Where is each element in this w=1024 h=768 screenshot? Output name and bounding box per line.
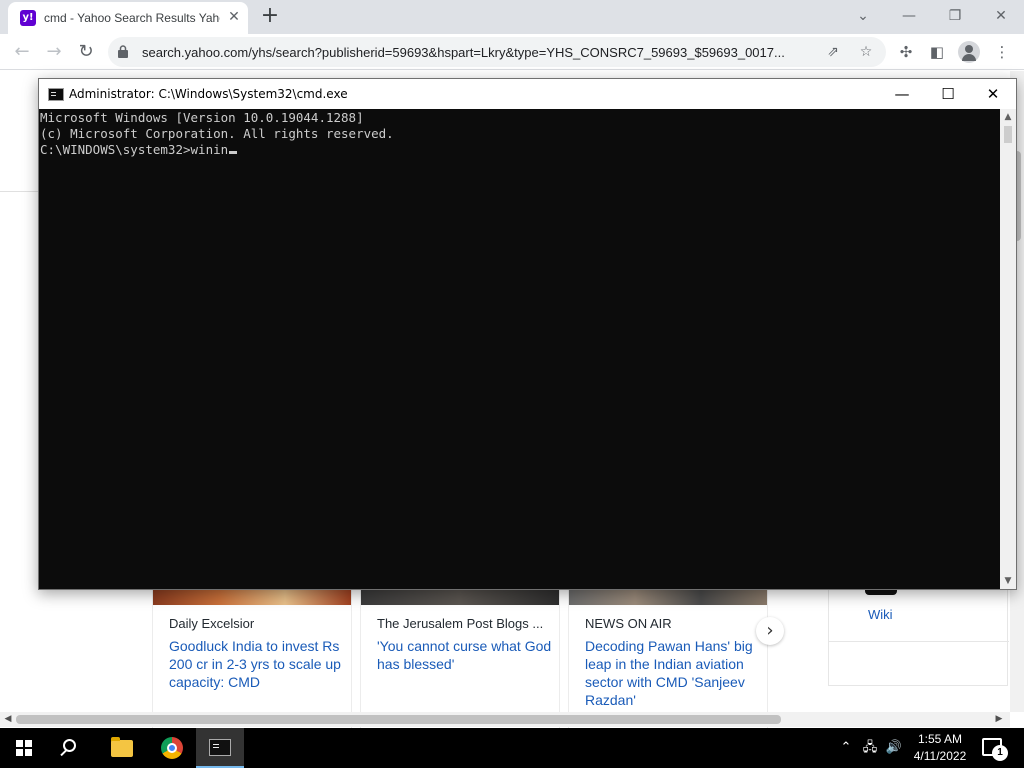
back-button[interactable]: ← [10, 40, 34, 64]
horizontal-scrollbar[interactable]: ◀ ▶ [0, 712, 1010, 727]
yahoo-favicon-icon: y! [20, 10, 36, 26]
network-icon[interactable]: 🖧 [860, 738, 880, 758]
profile-avatar[interactable] [958, 41, 980, 63]
news-thumbnail [569, 590, 767, 605]
side-panel-icon[interactable]: ◧ [927, 42, 947, 62]
lock-icon [118, 45, 128, 58]
clock-date[interactable]: 4/11/2022 [905, 749, 975, 763]
news-headline-link[interactable]: 'You cannot curse what God has blessed' [377, 637, 553, 673]
wiki-link[interactable]: Wiki [868, 607, 893, 622]
notification-count-badge: 1 [992, 745, 1008, 761]
scroll-right-icon[interactable]: ▶ [994, 714, 1004, 725]
browser-restore-button[interactable]: ❐ [943, 6, 967, 26]
url-text[interactable]: search.yahoo.com/yhs/search?publisherid=… [142, 45, 822, 60]
news-source: The Jerusalem Post Blogs ... [377, 616, 544, 631]
new-tab-button[interactable]: + [258, 5, 282, 29]
carousel-next-button[interactable]: › [756, 617, 784, 645]
scroll-down-icon[interactable]: ▼ [1000, 573, 1016, 589]
cmd-window[interactable]: Administrator: C:\Windows\System32\cmd.e… [38, 78, 1017, 590]
share-icon[interactable]: ⇗ [824, 43, 842, 61]
bookmark-star-icon[interactable]: ☆ [857, 43, 875, 61]
console-line: Microsoft Windows [Version 10.0.19044.12… [40, 110, 364, 125]
cmd-close-button[interactable]: ✕ [970, 79, 1016, 109]
clock-time[interactable]: 1:55 AM [910, 732, 970, 746]
console-line: (c) Microsoft Corporation. All rights re… [40, 126, 394, 141]
browser-close-button[interactable]: ✕ [989, 6, 1013, 26]
news-source: NEWS ON AIR [585, 616, 672, 631]
text-cursor [229, 151, 238, 154]
address-bar[interactable]: search.yahoo.com/yhs/search?publisherid=… [108, 37, 886, 67]
news-thumbnail [153, 590, 351, 605]
search-icon [63, 739, 76, 752]
volume-icon[interactable]: 🔊 [884, 738, 904, 758]
tab-search-icon[interactable]: ⌄ [851, 6, 875, 26]
taskbar-file-explorer[interactable] [98, 728, 146, 768]
browser-tab-strip: y! cmd - Yahoo Search Results Yahoo ✕ + … [0, 0, 1024, 34]
folder-icon [111, 737, 133, 757]
cmd-scrollbar-thumb[interactable] [1004, 126, 1012, 143]
scroll-up-icon[interactable]: ▲ [1000, 109, 1016, 125]
cmd-scrollbar[interactable]: ▲ ▼ [1000, 109, 1016, 589]
scroll-left-icon[interactable]: ◀ [3, 714, 13, 725]
windows-logo-icon [16, 740, 32, 756]
extensions-icon[interactable]: ✣ [896, 42, 916, 62]
taskbar-search-button[interactable] [48, 728, 96, 768]
tray-overflow-chevron-icon[interactable]: ⌃ [836, 738, 856, 758]
cmd-minimize-button[interactable]: — [879, 79, 925, 109]
tab-close-icon[interactable]: ✕ [226, 9, 242, 25]
news-source: Daily Excelsior [169, 616, 255, 631]
taskbar: ⌃ 🖧 🔊 1:55 AM 4/11/2022 1 [0, 728, 1024, 768]
news-headline-link[interactable]: Goodluck India to invest Rs 200 cr in 2-… [169, 637, 345, 691]
taskbar-chrome[interactable] [148, 728, 196, 768]
browser-tab[interactable]: y! cmd - Yahoo Search Results Yahoo ✕ [8, 2, 248, 34]
cmd-window-title: Administrator: C:\Windows\System32\cmd.e… [69, 87, 348, 101]
console-prompt-text: C:\WINDOWS\system32>winin [40, 142, 229, 157]
reload-button[interactable]: ↻ [74, 40, 98, 64]
tab-title: cmd - Yahoo Search Results Yahoo [44, 11, 220, 25]
page-divider [0, 191, 38, 192]
cmd-app-icon[interactable] [48, 88, 64, 101]
cmd-maximize-button[interactable]: ☐ [925, 79, 971, 109]
taskbar-cmd[interactable] [196, 728, 244, 768]
console-prompt-line[interactable]: C:\WINDOWS\system32>winin [40, 142, 999, 158]
cmd-icon [209, 739, 231, 756]
start-button[interactable] [0, 728, 48, 768]
news-thumbnail [361, 590, 559, 605]
forward-button[interactable]: → [42, 40, 66, 64]
horizontal-scrollbar-thumb[interactable] [16, 715, 781, 724]
cmd-console-output[interactable]: Microsoft Windows [Version 10.0.19044.12… [39, 109, 1000, 589]
news-headline-link[interactable]: Decoding Pawan Hans' big leap in the Ind… [585, 637, 761, 709]
chrome-menu-icon[interactable]: ⋮ [992, 42, 1012, 62]
cmd-title-bar[interactable]: Administrator: C:\Windows\System32\cmd.e… [39, 79, 1016, 109]
divider [829, 641, 1009, 642]
browser-toolbar: ← → ↻ search.yahoo.com/yhs/search?publis… [0, 34, 1024, 70]
browser-minimize-button[interactable]: — [897, 6, 921, 26]
chrome-icon [161, 737, 183, 759]
